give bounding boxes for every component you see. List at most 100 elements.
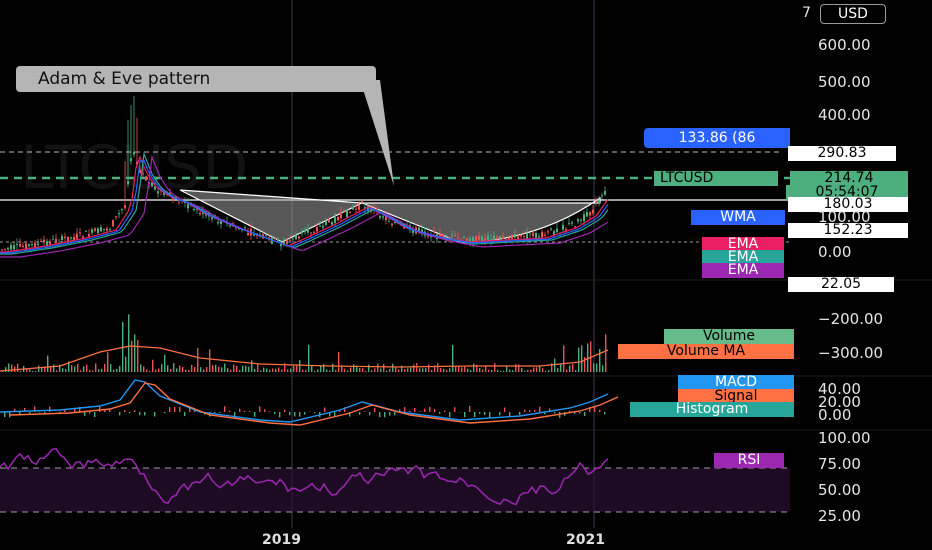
adam-eve-callout[interactable]: Adam & Eve pattern (16, 66, 376, 92)
histogram-bar (164, 412, 166, 414)
volume-bar (269, 369, 271, 372)
volume-bar (500, 370, 502, 372)
candle-body (556, 228, 558, 233)
candle-body (253, 234, 255, 236)
histogram-bar (284, 409, 286, 412)
candle-body (589, 212, 591, 216)
volume-bar (419, 368, 421, 372)
volume-bar (389, 368, 391, 372)
histogram-bar (584, 412, 586, 417)
candle-body (322, 225, 324, 228)
histogram-bar (479, 412, 481, 414)
volume-bar (572, 364, 574, 372)
volume-bar (74, 366, 76, 372)
histogram-bar (124, 410, 126, 412)
volume-bar (464, 366, 466, 372)
candle-body (457, 237, 459, 239)
histogram-bar (389, 412, 391, 416)
volume-bar (308, 344, 310, 372)
histogram-bar (444, 410, 446, 412)
histogram-bar (179, 406, 181, 412)
candle-body (265, 235, 267, 237)
volume-bar (233, 364, 235, 372)
histogram-bar (169, 407, 171, 412)
candle-body (151, 182, 153, 187)
volume-bar (368, 364, 370, 372)
rsi-tick-25: 25.00 (818, 507, 861, 525)
volume-bar (530, 369, 532, 372)
macd-line (0, 379, 609, 423)
histogram-bar (524, 409, 526, 412)
candle-body (547, 231, 549, 233)
volume-bar (65, 368, 67, 372)
price-tick-400: 400.00 (818, 106, 871, 124)
candle-body (514, 234, 516, 238)
histogram-bar (139, 412, 141, 416)
volume-bar (485, 365, 487, 372)
volume-bar (104, 363, 106, 372)
volume-bar (542, 368, 544, 372)
candle-body (523, 236, 525, 238)
candle-body (187, 203, 189, 209)
volume-bar (437, 363, 439, 372)
candle-body (199, 212, 201, 215)
candle-body (298, 236, 300, 239)
histogram-bar (259, 406, 261, 412)
volume-bar (350, 367, 352, 372)
histogram-bar (119, 412, 121, 416)
macd-tick-0: 0.00 (818, 406, 852, 424)
price-tick-600: 600.00 (818, 36, 871, 54)
volume-bar (467, 368, 469, 372)
volume-bar (449, 368, 451, 372)
candle-body (535, 232, 537, 239)
volume-bar (443, 368, 445, 372)
histogram-bar (419, 411, 421, 412)
histogram-bar (454, 407, 456, 412)
volume-bar (527, 369, 529, 372)
volume-ma-line (0, 345, 609, 372)
volume-bar (206, 367, 208, 372)
volume-bar (332, 363, 334, 372)
volume-bar (161, 364, 163, 372)
candle-body (52, 239, 54, 241)
volume-bar (287, 369, 289, 372)
candle-body (583, 214, 585, 222)
volume-bar (314, 370, 316, 372)
volume-bar (128, 314, 130, 372)
volume-bar (599, 349, 601, 372)
volume-bar (179, 365, 181, 372)
histogram-bar (449, 412, 451, 418)
candle-body (19, 243, 21, 247)
volume-bar (362, 368, 364, 372)
histogram-bar (244, 410, 246, 412)
rsi-band (0, 468, 790, 512)
candle-body (598, 200, 600, 204)
candle-body (553, 230, 555, 236)
histogram-bar (144, 412, 146, 416)
rsi-tick-100: 100.00 (818, 429, 871, 447)
candle-body (61, 235, 63, 241)
time-axis-2021: 2021 (566, 532, 605, 548)
volume-bar (413, 364, 415, 372)
volume-bar (491, 370, 493, 372)
volume-bar (155, 369, 157, 372)
histogram-bar (174, 407, 176, 412)
candle-body (571, 222, 573, 224)
volume-bar (113, 369, 115, 372)
candle-body (343, 210, 345, 212)
candle-body (79, 232, 81, 234)
histogram-bar (539, 406, 541, 412)
volume-bar (569, 365, 571, 372)
histogram-bar (84, 412, 86, 416)
candle-body (487, 235, 489, 241)
volume-bar (197, 348, 199, 372)
volume-bar (143, 366, 145, 372)
volume-bar (167, 365, 169, 372)
candle-body (22, 245, 24, 247)
measure-tag[interactable]: 133.86 (86 (644, 128, 790, 148)
histogram-tag: Histogram (630, 402, 794, 417)
volume-bar (503, 370, 505, 372)
candle-body (466, 237, 468, 241)
volume-bar (407, 368, 409, 372)
currency-selector[interactable]: USD (820, 4, 886, 24)
